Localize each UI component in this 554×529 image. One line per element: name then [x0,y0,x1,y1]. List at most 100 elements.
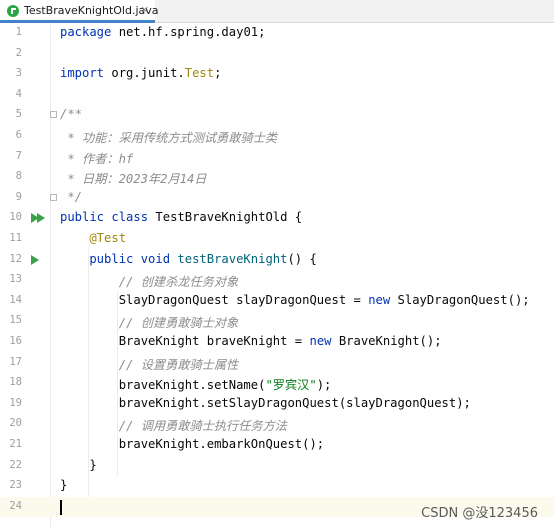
line-number: 10 [9,211,22,224]
line-number: 2 [15,46,22,59]
method-signature: () { [287,251,317,266]
keyword: package [60,25,112,39]
doc-comment: * 功能：采用传统方式测试勇敢骑士类 [60,131,278,145]
code-line: 13 // 创建杀龙任务对象 [0,270,554,291]
run-test-icon[interactable] [31,254,39,265]
line-number: 20 [9,417,22,430]
code-line: 7 * 作者：hf [0,147,554,168]
code-text: SlayDragonQuest slayDragonQuest = new Sl… [60,293,530,307]
line-number: 11 [9,232,22,244]
code-line: 21 braveKnight.embarkOnQuest(); [0,435,554,456]
closing-brace: } [60,478,68,493]
line-number: 19 [9,396,22,409]
code-text: BraveKnight braveKnight = new BraveKnigh… [60,334,442,348]
code-line: 2 [0,44,554,65]
line-number: 22 [9,458,22,471]
code-line: 19 braveKnight.setSlayDragonQuest(slayDr… [0,394,554,415]
line-comment: // 创建杀龙任务对象 [60,275,239,290]
code-line: 6 * 功能：采用传统方式测试勇敢骑士类 [0,126,554,147]
code-line: 8 * 日期：2023年2月14日 [0,167,554,188]
code-line: 10 public class TestBraveKnightOld { [0,208,554,229]
code-line: 4 [0,85,554,106]
fold-icon[interactable] [50,111,57,119]
line-number: 7 [15,149,22,162]
file-tab[interactable]: TestBraveKnightOld.java × [0,0,159,23]
line-number: 5 [15,108,22,121]
line-number: 18 [9,376,22,389]
code-line: 11 @Test [0,229,554,250]
line-number: 6 [15,129,22,141]
statement: SlayDragonQuest(); [390,292,530,307]
run-class-icon[interactable] [31,213,45,224]
code-text: public class TestBraveKnightOld { [60,210,302,224]
file-tab-label: TestBraveKnightOld.java [24,4,159,17]
line-comment: // 创建勇敢骑士对象 [60,316,239,331]
code-line: 15 // 创建勇敢骑士对象 [0,311,554,332]
keyword: new [368,292,391,307]
code-line: 20 // 调用勇敢骑士执行任务方法 [0,414,554,435]
statement: BraveKnight braveKnight = [60,334,310,348]
code-line: 14 SlayDragonQuest slayDragonQuest = new… [0,291,554,312]
line-number: 24 [9,499,22,512]
import-class: Test [184,66,215,81]
line-number: 1 [15,26,22,38]
line-number: 23 [9,479,22,492]
code-line: 16 BraveKnight braveKnight = new BraveKn… [0,332,554,353]
package-name: net.hf.spring.day01; [111,25,266,39]
code-line: 12 public void testBraveKnight() { [0,250,554,271]
line-number: 3 [15,67,22,80]
line-number: 17 [9,355,22,368]
statement: ); [316,378,332,393]
line-number: 13 [9,273,22,286]
statement: BraveKnight(); [331,334,442,348]
keyword: import [60,66,105,81]
line-number: 16 [9,335,22,347]
code-line: 5 /** [0,105,554,126]
line-number: 8 [15,170,22,183]
code-text: import org.junit.Test; [60,66,221,80]
code-text: braveKnight.setName("罗宾汉"); [60,375,332,393]
line-number: 9 [15,190,22,203]
fold-icon[interactable] [50,193,57,201]
keyword: new [309,334,332,348]
line-comment: // 设置勇敢骑士属性 [60,357,239,372]
code-line: 3 import org.junit.Test; [0,64,554,85]
keyword: public void [60,251,171,266]
line-number: 21 [9,438,22,450]
string-literal: "罗宾汉" [265,378,317,393]
editor-tab-bar: TestBraveKnightOld.java × [0,0,554,23]
annotation: @Test [60,231,127,245]
method-name: testBraveKnight [170,251,288,266]
code-line: 23 } [0,476,554,497]
line-number: 15 [9,314,22,327]
statement: braveKnight.setSlayDragonQuest(slayDrago… [60,395,471,410]
code-line: 9 */ [0,188,554,209]
class-declaration: TestBraveKnightOld { [148,210,303,225]
line-number: 14 [9,293,22,306]
text-caret [60,499,62,515]
doc-comment: */ [60,189,83,204]
code-line: 18 braveKnight.setName("罗宾汉"); [0,373,554,394]
statement: braveKnight.embarkOnQuest(); [60,437,325,451]
code-line: 17 // 设置勇敢骑士属性 [0,353,554,374]
statement: braveKnight.setName( [60,378,266,393]
line-comment: // 调用勇敢骑士执行任务方法 [60,419,287,434]
semicolon: ; [214,66,222,81]
keyword: public class [60,210,149,225]
doc-comment: * 日期：2023年2月14日 [60,172,207,187]
doc-comment: /** [60,107,83,122]
line-number: 4 [15,87,22,100]
code-line: 22 } [0,456,554,477]
import-path: org.junit. [104,66,185,81]
doc-comment: * 作者：hf [60,151,134,166]
code-line: 1 package net.hf.spring.day01; [0,23,554,44]
line-number: 12 [9,252,22,265]
statement: SlayDragonQuest slayDragonQuest = [60,292,369,307]
closing-brace: } [60,457,97,472]
code-text: package net.hf.spring.day01; [60,25,265,39]
watermark: CSDN @没123456 [421,506,538,521]
close-tab-icon[interactable]: × [140,3,149,16]
code-editor[interactable]: 1 package net.hf.spring.day01; 2 3 impor… [0,23,554,529]
java-class-icon [7,5,19,17]
code-text: public void testBraveKnight() { [60,251,317,266]
